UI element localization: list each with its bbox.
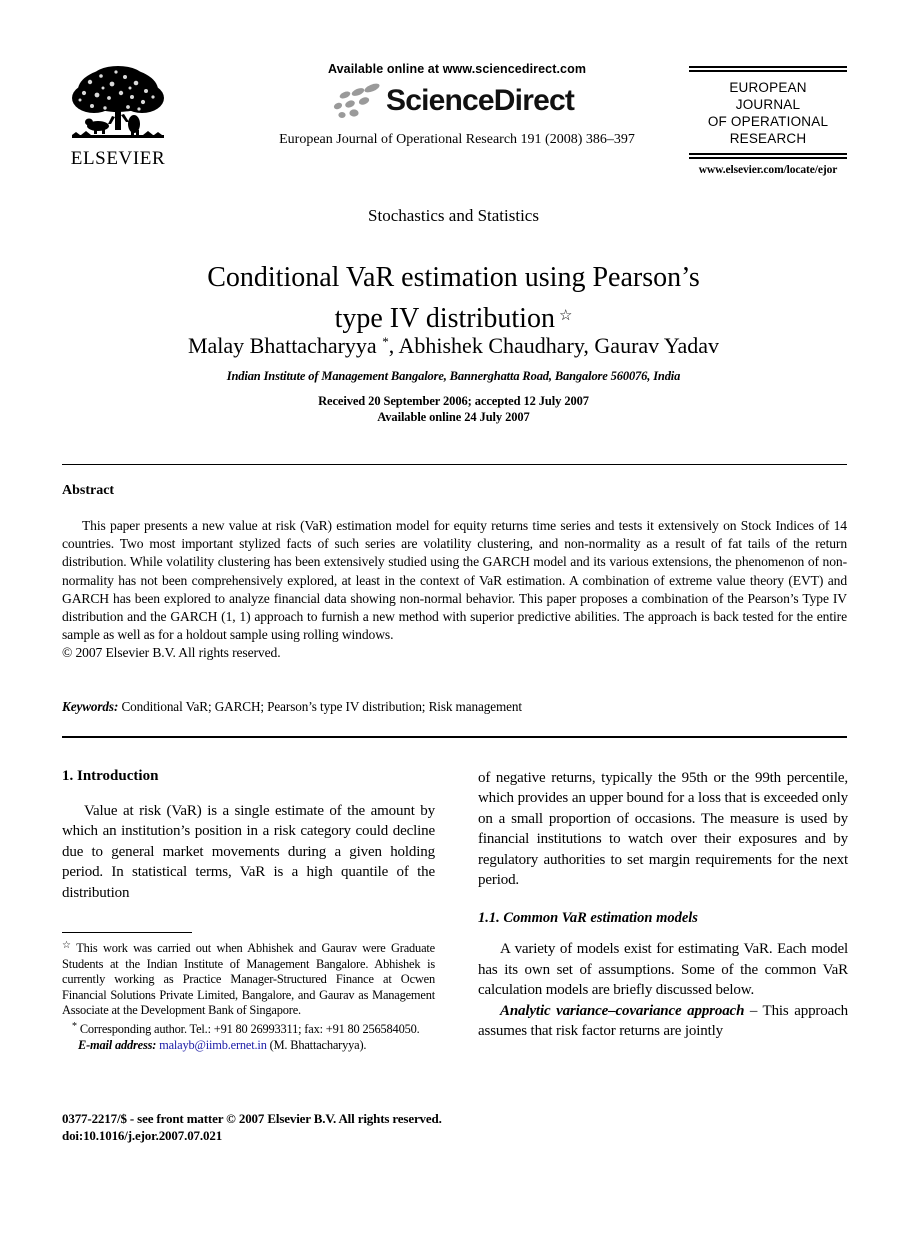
email-label: E-mail address: [78,1037,157,1052]
journal-citation-line: European Journal of Operational Research… [279,132,635,147]
footnote-corresponding-mark: * [72,1020,77,1032]
elsevier-wordmark: ELSEVIER [70,148,166,169]
abstract-body: This paper presents a new value at risk … [62,517,847,663]
email-owner: (M. Bhattacharyya). [269,1037,367,1052]
sciencedirect-logo: ScienceDirect [252,82,662,122]
journal-title-line-4: RESEARCH [729,131,807,146]
issn-line: 0377-2217/$ - see front matter © 2007 El… [62,1111,442,1126]
body-column-right: of negative returns, typically the 95th … [478,768,848,1041]
footnote-star: ☆ This work was carried out when Abhishek… [62,938,435,1019]
footnote-separator-rule [62,932,192,933]
body-column-left: 1. Introduction Value at risk (VaR) is a… [62,768,435,903]
rule-above-abstract [62,464,847,465]
journal-title-line-3: OF OPERATIONAL [707,114,829,129]
abstract-paragraph: This paper presents a new value at risk … [62,518,847,643]
sciencedirect-dots-icon [320,82,386,120]
email-link[interactable]: malayb@iimb.ernet.in [159,1038,267,1052]
footnote-email: E-mail address: malayb@iimb.ernet.in (M.… [62,1038,435,1054]
section-label: Stochastics and Statistics [368,206,539,225]
sciencedirect-block: Available online at www.sciencedirect.co… [252,62,662,148]
sciencedirect-wordmark: ScienceDirect [386,84,575,117]
elsevier-logo: ELSEVIER [62,64,174,168]
author-list: Malay Bhattacharyya *, Abhishek Chaudhar… [80,328,827,360]
title-line-1: Conditional VaR estimation using Pearson… [207,261,700,293]
keywords-value: Conditional VaR; GARCH; Pearson’s type I… [121,699,522,714]
subsection-paragraph-2: Analytic variance–covariance approach – … [478,1001,848,1042]
article-history: Received 20 September 2006; accepted 12 … [80,393,827,425]
masthead: ELSEVIER Available online at www.science… [62,62,847,190]
journal-url[interactable]: www.elsevier.com/locate/ejor [689,164,847,176]
intro-paragraph-1: Value at risk (VaR) is a single estimate… [62,803,435,901]
journal-title: EUROPEAN JOURNAL OF OPERATIONAL RESEARCH [689,79,847,147]
paper-page: ELSEVIER Available online at www.science… [0,0,907,1238]
affiliation: Indian Institute of Management Bangalore… [226,369,681,383]
footnote-star-mark: ☆ [62,940,74,951]
author-rest: , Abhishek Chaudhary, Gaurav Yadav [388,333,720,358]
subsection-heading-common-models: 1.1. Common VaR estimation models [478,910,698,927]
elsevier-tree-icon [68,64,168,148]
author-first: Malay Bhattacharyya [187,333,383,358]
keywords: Keywords: Conditional VaR; GARCH; Pearso… [62,699,847,715]
doi-line: doi:10.1016/j.ejor.2007.07.021 [62,1128,223,1143]
journal-title-line-1: EUROPEAN [729,80,807,95]
received-accepted-line: Received 20 September 2006; accepted 12 … [318,394,589,408]
journal-title-line-2: JOURNAL [735,97,801,112]
footnote-star-text: This work was carried out when Abhishek … [62,941,435,1018]
available-online-line: Available online 24 July 2007 [377,410,530,424]
abstract-copyright: © 2007 Elsevier B.V. All rights reserved… [62,645,281,661]
keywords-label: Keywords: [62,699,119,714]
subsection-paragraph-1: A variety of models exist for estimating… [478,941,848,999]
abstract-heading: Abstract [62,483,115,498]
imprint-block: 0377-2217/$ - see front matter © 2007 El… [62,1110,562,1144]
run-in-heading-analytic-approach: Analytic variance–covariance approach [500,1002,745,1019]
masthead-rule-bottom [689,153,847,159]
title-footnote-star-icon[interactable]: ☆ [555,308,572,324]
footnotes: ☆ This work was carried out when Abhishek… [62,938,435,1053]
intro-paragraph-1-continued: of negative returns, typically the 95th … [478,770,848,889]
masthead-rule-top [689,66,847,72]
footnote-corresponding: * Corresponding author. Tel.: +91 80 2699… [62,1019,435,1038]
footnote-corresponding-text: Corresponding author. Tel.: +91 80 26993… [79,1021,420,1036]
rule-below-keywords [62,736,847,738]
page-title: Conditional VaR estimation using Pearson… [130,259,777,338]
available-online-text: Available online at www.sciencedirect.co… [327,62,587,76]
section-heading-introduction: 1. Introduction [62,768,159,784]
journal-masthead: EUROPEAN JOURNAL OF OPERATIONAL RESEARCH… [689,66,847,176]
